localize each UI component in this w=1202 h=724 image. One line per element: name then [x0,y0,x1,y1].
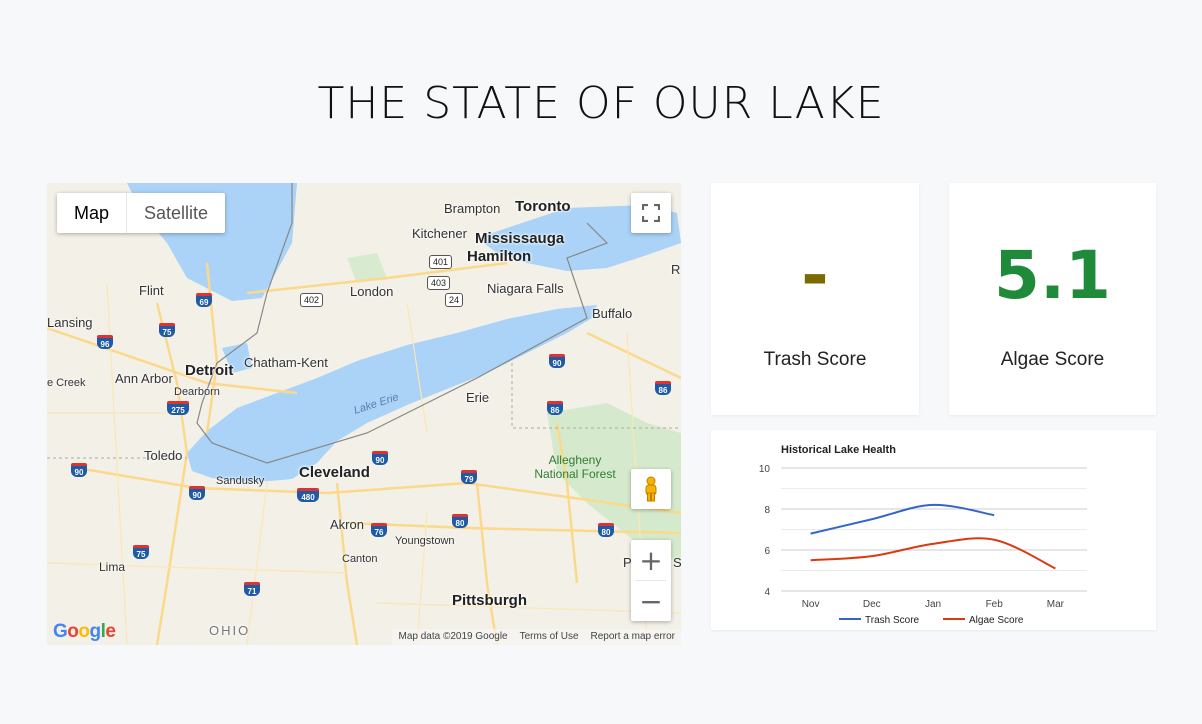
map-type-satellite-button[interactable]: Satellite [126,193,225,233]
map-label: e Creek [47,377,86,389]
map-label: Sandusky [216,475,265,487]
map-label: Mississauga [475,230,565,247]
chart-legend-label: Trash Score [865,615,920,626]
map-label: Lansing [47,315,93,330]
map-label: R [671,262,681,277]
algae-score-card: 5.1 Algae Score [949,183,1156,415]
map-label: Niagara Falls [487,281,564,296]
interstate-shield: 80 [598,523,614,537]
map-label: Kitchener [412,226,467,241]
chart-x-tick: Nov [802,599,820,610]
interstate-shield: 90 [372,451,388,465]
zoom-out-button[interactable]: − [631,581,671,621]
map-label: Cleveland [299,464,370,481]
chart-x-tick: Feb [986,599,1004,610]
interstate-shield: 86 [547,401,563,415]
interstate-shield: 75 [159,323,175,337]
chart-y-tick: 10 [759,464,771,475]
historical-health-chart: Historical Lake Health 4 6 8 10 Nov Dec Jan Feb M… [759,444,1087,626]
chart-y-tick: 8 [764,505,770,516]
report-error-link[interactable]: Report a map error [591,631,675,643]
zoom-control: + − [631,540,671,621]
fullscreen-button[interactable] [631,193,671,233]
map-type-control: Map Satellite [57,193,226,233]
map-widget[interactable]: Brampton Toronto Kitchener Mississauga H… [47,183,681,645]
map-label: Toledo [144,448,183,463]
pegman-icon [645,476,657,502]
trash-score-card: - Trash Score [711,183,919,415]
interstate-shield: 90 [71,463,87,477]
map-label: Youngstown [395,535,455,547]
chart-y-tick: 6 [764,546,770,557]
map-data-text: Map data ©2019 Google [398,631,508,642]
interstate-shield: 76 [371,523,387,537]
trash-score-value: - [801,237,829,314]
interstate-shield: 79 [461,470,477,484]
interstate-shield: 75 [133,545,149,559]
map-label: Buffalo [592,306,633,321]
chart-y-tick: 4 [764,587,770,598]
chart-x-tick: Dec [863,599,881,610]
map-attribution: Map data ©2019 Google Terms of Use Repor… [392,629,681,645]
map-label: S [673,555,681,570]
interstate-shield: 69 [196,293,212,307]
map-label: London [350,284,394,299]
map-label: Detroit [185,362,234,379]
google-logo[interactable]: Google [53,621,116,643]
map-label: Ann Arbor [115,371,173,386]
interstate-shield: 275 [167,401,189,415]
page-title: THE STATE OF OUR LAKE [317,78,885,129]
map-label: Akron [330,517,364,532]
map-label: Flint [139,283,164,298]
map-label: Hamilton [467,248,532,265]
map-type-map-button[interactable]: Map [57,193,126,233]
state-label: OHIO [209,623,251,638]
map-label: Lima [99,560,126,574]
map-label: Pittsburgh [452,592,527,609]
trash-score-label: Trash Score [763,349,867,370]
map-label: Chatham-Kent [244,355,328,370]
map-label: Erie [466,390,490,405]
chart-series-line-algae [810,537,1056,570]
chart-x-tick: Mar [1047,599,1065,610]
chart-legend-label: Algae Score [969,615,1024,626]
zoom-in-button[interactable]: + [631,540,671,580]
map-label: Brampton [444,201,501,216]
park-label: Allegheny National Forest [534,453,616,481]
map-label: Dearborn [174,386,220,398]
interstate-shield: 71 [244,582,260,596]
fullscreen-icon [642,204,660,222]
highway-shield: 401 [429,255,453,269]
terms-link[interactable]: Terms of Use [520,631,579,643]
map-label: Toronto [515,198,571,215]
map-label: Canton [342,553,378,565]
street-view-button[interactable] [631,469,671,509]
highway-shield: 403 [427,276,451,290]
highway-shield: 402 [300,293,324,307]
algae-score-label: Algae Score [1000,349,1105,370]
interstate-shield: 86 [655,381,671,395]
interstate-shield: 480 [297,488,319,502]
interstate-shield: 80 [452,514,468,528]
chart-x-tick: Jan [925,599,941,610]
interstate-shield: 90 [189,486,205,500]
interstate-shield: 96 [97,335,113,349]
algae-score-value: 5.1 [994,237,1111,314]
highway-shield: 24 [445,293,464,307]
chart-title: Historical Lake Health [781,444,896,456]
historical-health-chart-card: Historical Lake Health 4 6 8 10 Nov Dec Jan Feb M… [711,430,1156,630]
interstate-shield: 90 [549,354,565,368]
